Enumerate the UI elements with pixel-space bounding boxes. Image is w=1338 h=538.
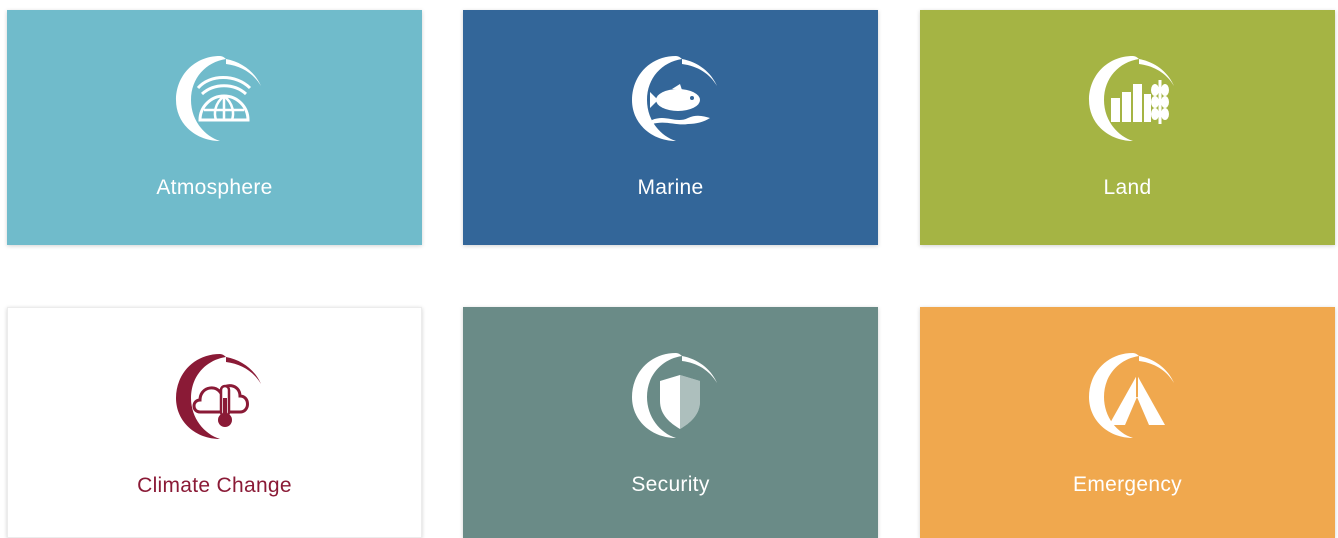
tile-marine[interactable]: Marine — [463, 10, 878, 245]
tile-label-marine: Marine — [637, 176, 704, 199]
tile-label-atmosphere: Atmosphere — [156, 176, 273, 199]
tile-security[interactable]: Security — [463, 307, 878, 538]
marine-fish-icon — [616, 48, 726, 148]
tile-climate-change[interactable]: Climate Change — [7, 307, 422, 538]
tile-label-climate-change: Climate Change — [137, 474, 292, 497]
climate-thermometer-icon — [160, 346, 270, 446]
tile-emergency[interactable]: Emergency — [920, 307, 1335, 538]
emergency-tent-icon — [1073, 345, 1183, 445]
tile-land[interactable]: Land — [920, 10, 1335, 245]
security-shield-icon — [616, 345, 726, 445]
land-wheat-icon — [1073, 48, 1183, 148]
tile-atmosphere[interactable]: Atmosphere — [7, 10, 422, 245]
tile-label-land: Land — [1103, 176, 1152, 199]
tile-label-emergency: Emergency — [1073, 473, 1182, 496]
tile-label-security: Security — [631, 473, 710, 496]
atmosphere-globe-icon — [160, 48, 270, 148]
